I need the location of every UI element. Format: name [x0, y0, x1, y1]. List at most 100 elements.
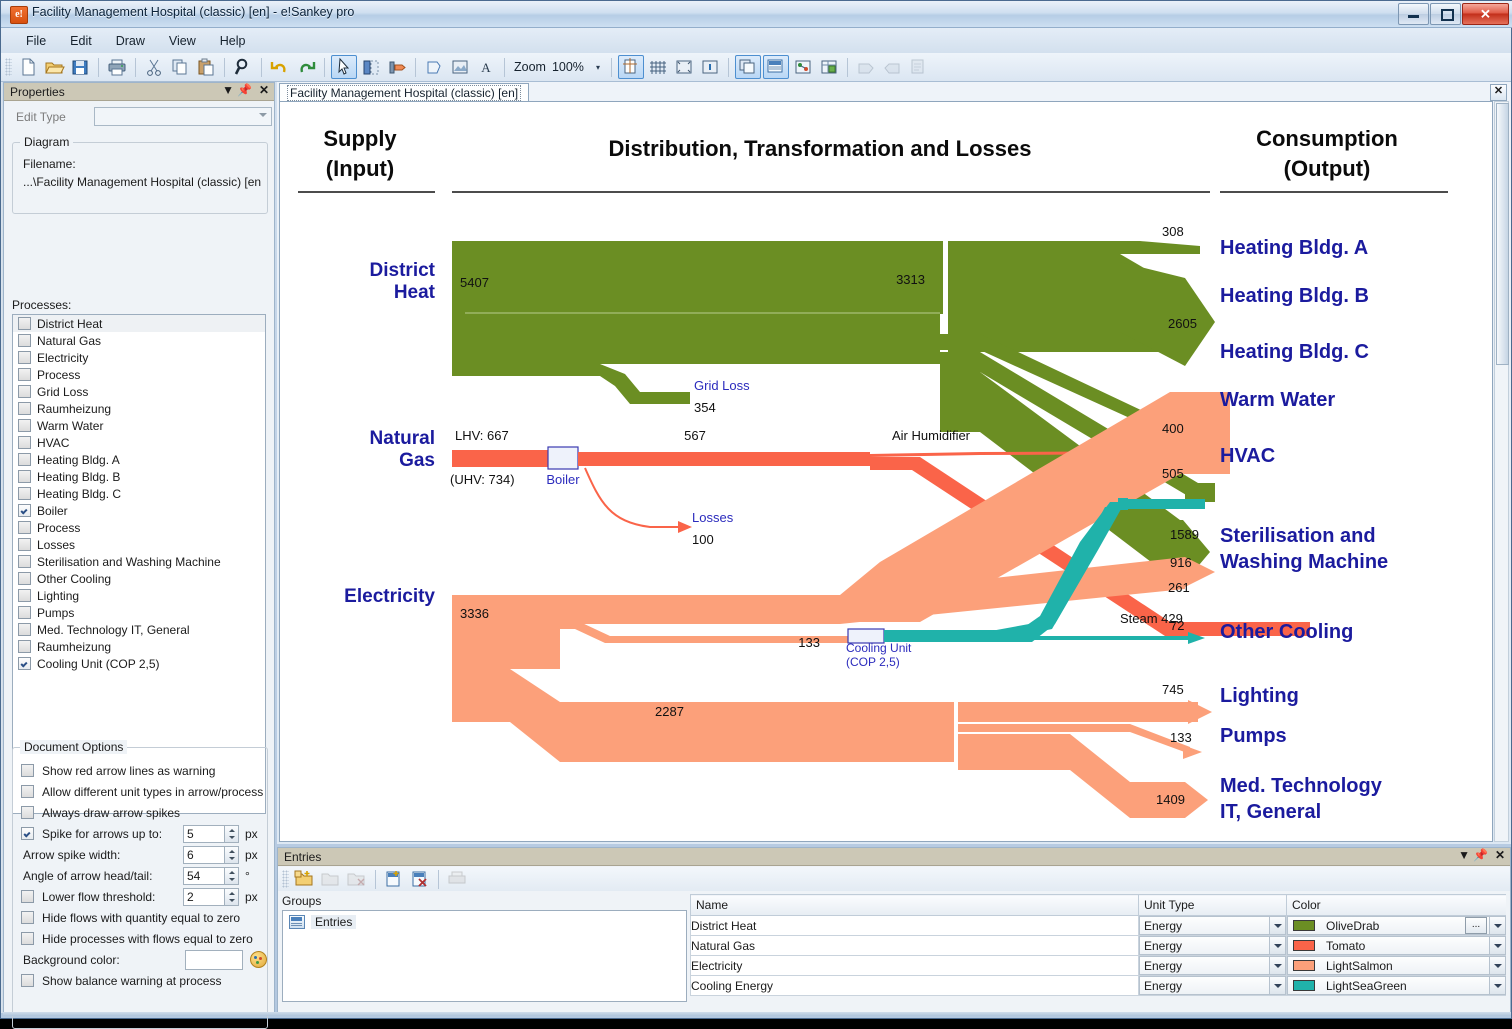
process-checkbox[interactable]	[18, 504, 31, 517]
chevron-down-icon[interactable]	[1269, 977, 1285, 994]
table-icon[interactable]	[817, 56, 841, 78]
chevron-down-icon[interactable]	[1489, 977, 1505, 994]
process-list-item[interactable]: Raumheizung	[13, 400, 265, 417]
color-palette-icon[interactable]	[250, 951, 267, 968]
menu-file[interactable]: File	[15, 31, 57, 51]
process-checkbox[interactable]	[18, 606, 31, 619]
entries-pin-icon[interactable]: 📌	[1473, 848, 1488, 862]
process-checkbox[interactable]	[18, 572, 31, 585]
new-group-icon[interactable]	[294, 869, 316, 889]
groups-list-item[interactable]: Entries	[283, 911, 686, 929]
document-option-row[interactable]: Show balance warning at process	[13, 970, 267, 991]
process-checkbox[interactable]	[18, 453, 31, 466]
panel-pin-icon[interactable]: 📌	[237, 83, 252, 97]
process-checkbox[interactable]	[18, 657, 31, 670]
entries-toolbar-grip[interactable]	[282, 870, 289, 888]
chevron-down-icon[interactable]	[1269, 937, 1285, 954]
copy-icon[interactable]	[168, 56, 192, 78]
close-button[interactable]: ✕	[1462, 3, 1509, 25]
process-checkbox[interactable]	[18, 317, 31, 330]
table-row[interactable]: District HeatEnergyOliveDrab...	[691, 916, 1507, 936]
zoom-dropdown-icon[interactable]: ▾	[596, 63, 600, 72]
process-list-item[interactable]: Pumps	[13, 604, 265, 621]
process-checkbox[interactable]	[18, 368, 31, 381]
shape-icon[interactable]	[422, 56, 446, 78]
option-checkbox[interactable]	[21, 911, 34, 924]
process-checkbox[interactable]	[18, 640, 31, 653]
process-list-item[interactable]: Sterilisation and Washing Machine	[13, 553, 265, 570]
process-list-item[interactable]: District Heat	[13, 315, 265, 332]
panel-close-icon[interactable]: ✕	[259, 83, 269, 97]
process-list-item[interactable]: Process	[13, 366, 265, 383]
process-checkbox[interactable]	[18, 589, 31, 602]
process-list-item[interactable]: Warm Water	[13, 417, 265, 434]
document-option-row[interactable]: Always draw arrow spikes	[13, 802, 267, 823]
process-checkbox[interactable]	[18, 555, 31, 568]
color-picker-button[interactable]: ...	[1465, 917, 1487, 934]
column-header-name[interactable]: Name	[691, 895, 1139, 916]
cut-icon[interactable]	[142, 56, 166, 78]
spinner-arrows-icon[interactable]	[224, 846, 239, 864]
option-checkbox[interactable]	[21, 890, 34, 903]
minimize-button[interactable]	[1398, 3, 1429, 25]
export-icon-2[interactable]	[880, 56, 904, 78]
document-option-row[interactable]: Spike for arrows up to:5px	[13, 823, 267, 844]
document-option-row[interactable]: Arrow spike width:6px	[13, 844, 267, 865]
entries-close-icon[interactable]: ✕	[1495, 848, 1505, 862]
print-icon[interactable]	[105, 56, 129, 78]
edit-type-combo[interactable]	[94, 107, 272, 126]
undo-icon[interactable]	[268, 56, 292, 78]
export-icon-1[interactable]	[854, 56, 878, 78]
process-list-item[interactable]: Other Cooling	[13, 570, 265, 587]
toolbar-grip[interactable]	[5, 58, 12, 76]
cell-color[interactable]: LightSalmon	[1287, 956, 1507, 976]
process-list-item[interactable]: Heating Bldg. B	[13, 468, 265, 485]
process-list-item[interactable]: Cooling Unit (COP 2,5)	[13, 655, 265, 672]
document-option-row[interactable]: Background color:	[13, 949, 267, 970]
table-row[interactable]: ElectricityEnergyLightSalmon	[691, 956, 1507, 976]
column-header-color[interactable]: Color	[1287, 895, 1507, 916]
entries-table-container[interactable]: Name Unit Type Color District HeatEnergy…	[690, 894, 1506, 1006]
grid-icon[interactable]	[646, 56, 670, 78]
redo-icon[interactable]	[294, 56, 318, 78]
process-list-item[interactable]: Lighting	[13, 587, 265, 604]
add-process-icon[interactable]	[359, 56, 383, 78]
snap-icon[interactable]	[698, 56, 722, 78]
process-list-item[interactable]: Heating Bldg. A	[13, 451, 265, 468]
process-checkbox[interactable]	[18, 470, 31, 483]
menu-help[interactable]: Help	[209, 31, 257, 51]
search-icon[interactable]	[231, 56, 255, 78]
process-checkbox[interactable]	[18, 538, 31, 551]
process-list-item[interactable]: Losses	[13, 536, 265, 553]
option-spinner[interactable]: 6	[183, 846, 239, 864]
table-row[interactable]: Natural GasEnergyTomato	[691, 936, 1507, 956]
chevron-down-icon[interactable]	[1489, 957, 1505, 974]
delete-entry-icon[interactable]	[409, 869, 431, 889]
process-list-item[interactable]: Med. Technology IT, General	[13, 621, 265, 638]
document-option-row[interactable]: Lower flow threshold:2px	[13, 886, 267, 907]
option-spinner[interactable]: 2	[183, 888, 239, 906]
process-checkbox[interactable]	[18, 419, 31, 432]
delete-group-icon[interactable]	[346, 869, 368, 889]
sankey-canvas[interactable]: Supply (Input) Distribution, Transformat…	[279, 101, 1493, 842]
process-list-item[interactable]: HVAC	[13, 434, 265, 451]
open-group-icon[interactable]	[320, 869, 342, 889]
option-checkbox[interactable]	[21, 827, 34, 840]
canvas-vertical-scrollbar[interactable]	[1494, 101, 1509, 842]
process-checkbox[interactable]	[18, 521, 31, 534]
option-checkbox[interactable]	[21, 974, 34, 987]
add-arrow-icon[interactable]	[385, 56, 409, 78]
document-tab-close-button[interactable]: ✕	[1490, 84, 1507, 101]
menu-draw[interactable]: Draw	[105, 31, 156, 51]
chevron-down-icon[interactable]	[1489, 917, 1505, 934]
cell-color[interactable]: Tomato	[1287, 936, 1507, 956]
process-checkbox[interactable]	[18, 487, 31, 500]
panel-dropdown-icon[interactable]: ▼	[222, 83, 234, 97]
duplicate-icon[interactable]	[735, 55, 761, 79]
paste-icon[interactable]	[194, 56, 218, 78]
background-color-field[interactable]	[185, 950, 243, 970]
scrollbar-thumb[interactable]	[1496, 103, 1509, 365]
chevron-down-icon[interactable]	[1269, 957, 1285, 974]
spinner-arrows-icon[interactable]	[224, 867, 239, 885]
process-list-item[interactable]: Heating Bldg. C	[13, 485, 265, 502]
